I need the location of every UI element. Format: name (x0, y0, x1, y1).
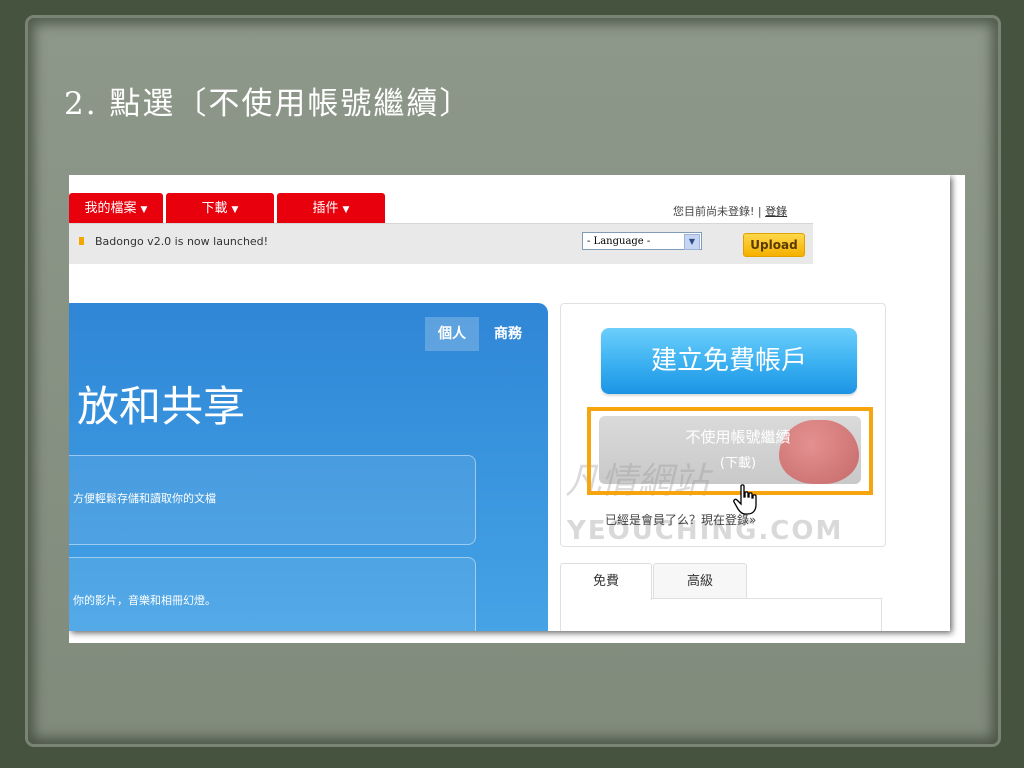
tab-my-files[interactable]: 我的檔案 ▼ (69, 193, 163, 224)
signup-panel: 建立免費帳戶 不使用帳號繼續 (下載) 凡情網站 YEOUCHING.COM 已… (560, 303, 886, 547)
upload-button[interactable]: Upload (743, 233, 805, 257)
hero-feature-text: 方便輕鬆存儲和讀取你的文檔 (73, 492, 216, 505)
tab-premium[interactable]: 高級 (653, 563, 747, 600)
website-screenshot: 我的檔案 ▼ 下載 ▼ 插件 ▼ 您目前尚未登錄! | 登錄 Badongo v2.0… (69, 175, 950, 631)
login-link[interactable]: 登錄 (765, 205, 787, 218)
tab-label: 我的檔案 (84, 201, 137, 216)
hero-tab-personal[interactable]: 個人 (425, 317, 479, 351)
chevron-down-icon: ▼ (342, 205, 350, 215)
chevron-down-icon: ▼ (140, 205, 148, 215)
news-bar: Badongo v2.0 is now launched! - Language… (69, 223, 813, 264)
news-bullet-icon (79, 237, 84, 245)
login-status-text: 您目前尚未登錄! | (673, 205, 762, 218)
hero-banner: 個人 商務 放和共享 方便輕鬆存儲和讀取你的文檔 你的影片，音樂和相冊幻燈。 (69, 303, 548, 631)
create-free-account-button[interactable]: 建立免費帳戶 (601, 328, 857, 394)
highlight-box (587, 407, 873, 495)
plan-panel (560, 598, 882, 631)
hero-feature-text: 你的影片，音樂和相冊幻燈。 (73, 594, 216, 607)
chevron-down-icon[interactable]: ▼ (684, 234, 700, 250)
slide-title: 2. 點選〔不使用帳號繼續〕 (64, 86, 473, 122)
hero-headline: 放和共享 (77, 382, 246, 431)
hero-feature-box: 你的影片，音樂和相冊幻燈。 (69, 557, 476, 631)
tab-label: 下載 (201, 201, 228, 216)
login-status: 您目前尚未登錄! | 登錄 (673, 203, 787, 219)
chevron-down-icon: ▼ (231, 205, 239, 215)
language-select[interactable]: - Language - ▼ (582, 232, 702, 250)
tab-free[interactable]: 免費 (560, 563, 652, 600)
tab-downloads[interactable]: 下載 ▼ (166, 193, 274, 224)
hero-feature-box: 方便輕鬆存儲和讀取你的文檔 (69, 455, 476, 545)
screenshot-frame: 我的檔案 ▼ 下載 ▼ 插件 ▼ 您目前尚未登錄! | 登錄 Badongo v2.0… (69, 175, 965, 643)
language-select-value: - Language - (587, 236, 651, 247)
hand-pointer-icon (733, 484, 757, 515)
hero-tab-business[interactable]: 商務 (483, 317, 533, 351)
tab-label: 插件 (312, 201, 339, 216)
tab-plugins[interactable]: 插件 ▼ (277, 193, 385, 224)
news-text[interactable]: Badongo v2.0 is now launched! (95, 235, 268, 248)
